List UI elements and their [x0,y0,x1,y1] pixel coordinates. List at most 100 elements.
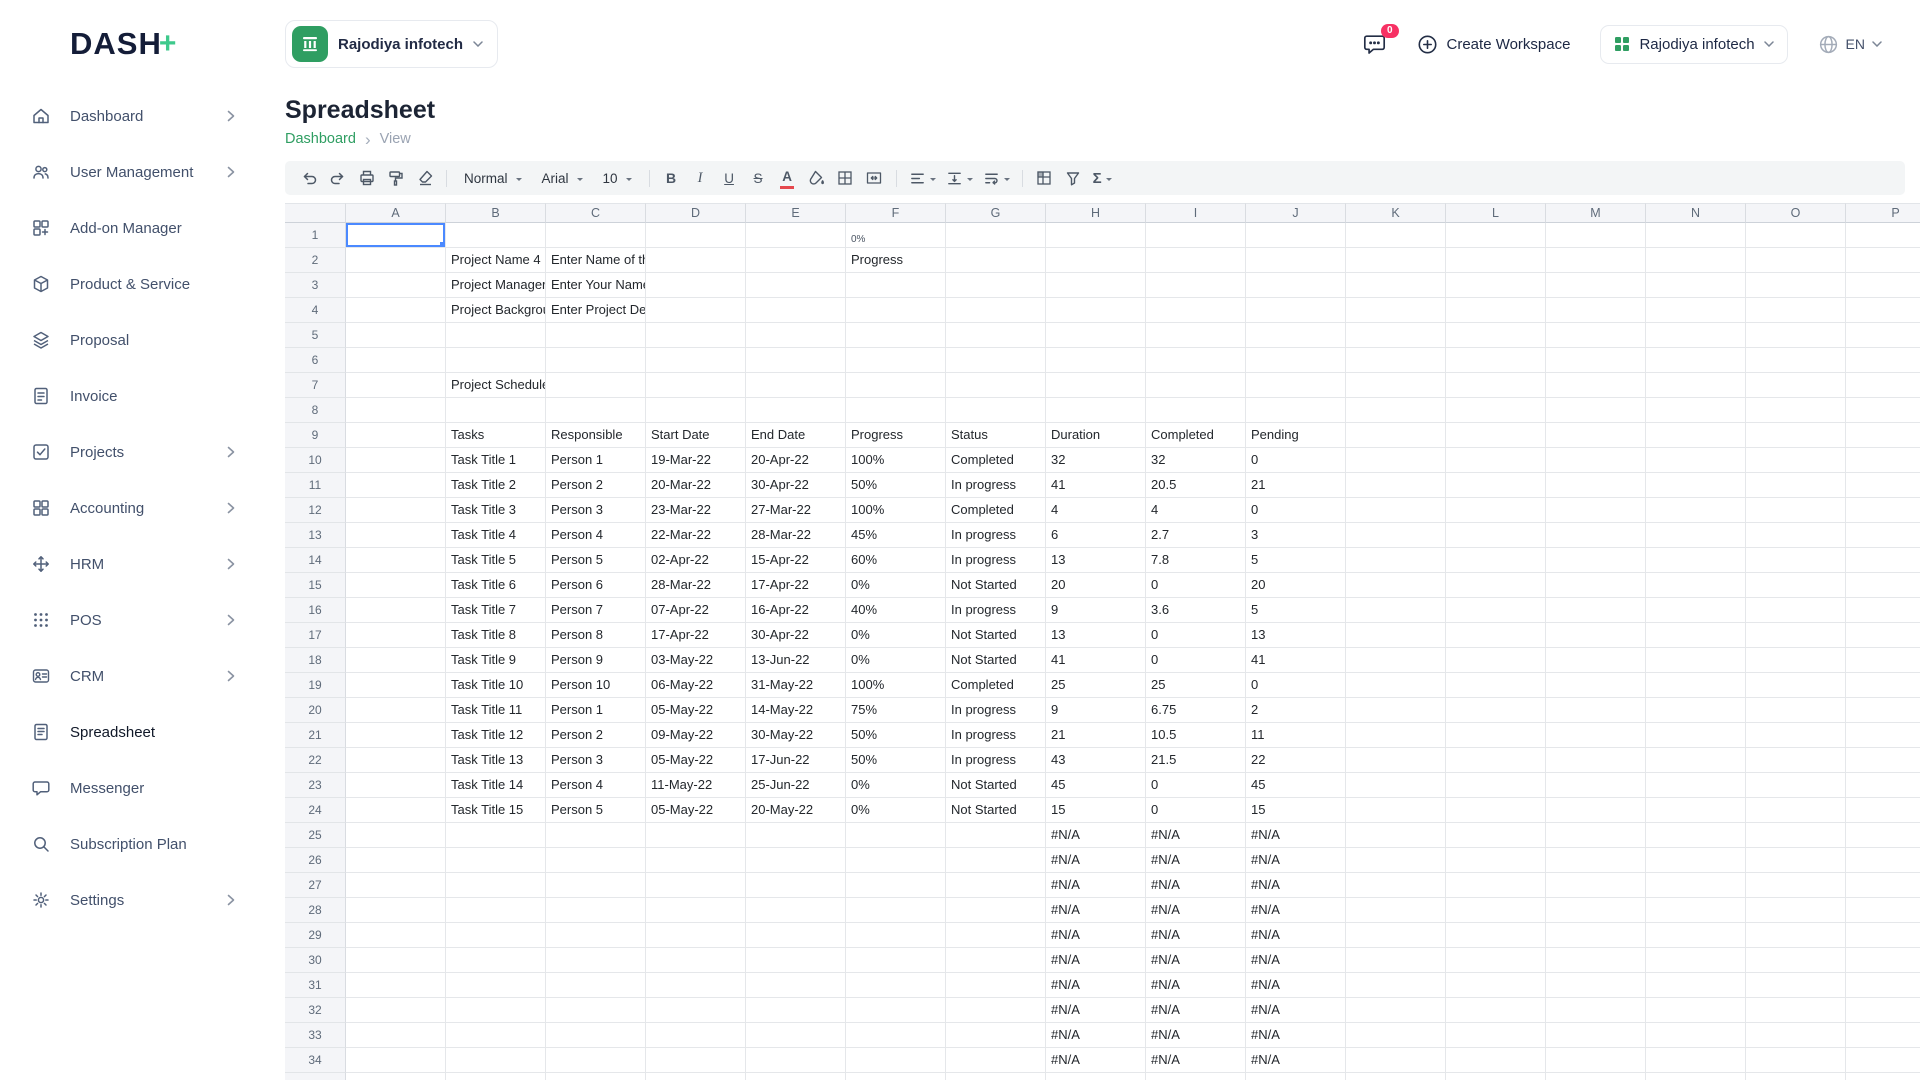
cell-F3[interactable] [846,273,946,298]
cell-H34[interactable]: #N/A [1046,1048,1146,1073]
cell-D19[interactable]: 06-May-22 [646,673,746,698]
cell-C21[interactable]: Person 2 [546,723,646,748]
cell-G32[interactable] [946,998,1046,1023]
cell-P9[interactable] [1846,423,1920,448]
cell-G20[interactable]: In progress [946,698,1046,723]
cell-N19[interactable] [1646,673,1746,698]
cell-J34[interactable]: #N/A [1246,1048,1346,1073]
cell-P5[interactable] [1846,323,1920,348]
cell-D33[interactable] [646,1023,746,1048]
cell-O19[interactable] [1746,673,1846,698]
cell-C12[interactable]: Person 3 [546,498,646,523]
cell-D30[interactable] [646,948,746,973]
cell-B31[interactable] [446,973,546,998]
cell-H1[interactable] [1046,223,1146,248]
cell-B25[interactable] [446,823,546,848]
cell-I23[interactable]: 0 [1146,773,1246,798]
cell-F15[interactable]: 0% [846,573,946,598]
cell-I5[interactable] [1146,323,1246,348]
cell-H15[interactable]: 20 [1046,573,1146,598]
cell-M25[interactable] [1546,823,1646,848]
cell-F12[interactable]: 100% [846,498,946,523]
cell-D15[interactable]: 28-Mar-22 [646,573,746,598]
cell-D22[interactable]: 05-May-22 [646,748,746,773]
cell-M6[interactable] [1546,348,1646,373]
cell-B12[interactable]: Task Title 3 [446,498,546,523]
cell-G2[interactable] [946,248,1046,273]
cell-P10[interactable] [1846,448,1920,473]
cell-L17[interactable] [1446,623,1546,648]
cell-K25[interactable] [1346,823,1446,848]
sidebar-item-accounting[interactable]: Accounting [0,480,263,536]
cell-P33[interactable] [1846,1023,1920,1048]
cell-N18[interactable] [1646,648,1746,673]
cell-C31[interactable] [546,973,646,998]
cell-D20[interactable]: 05-May-22 [646,698,746,723]
cell-G5[interactable] [946,323,1046,348]
cell-I33[interactable]: #N/A [1146,1023,1246,1048]
sidebar-item-dashboard[interactable]: Dashboard [0,88,263,144]
sidebar-item-projects[interactable]: Projects [0,424,263,480]
cell-G16[interactable]: In progress [946,598,1046,623]
cell-M32[interactable] [1546,998,1646,1023]
cell-E22[interactable]: 17-Jun-22 [746,748,846,773]
row-header-18[interactable]: 18 [285,648,346,673]
cell-E17[interactable]: 30-Apr-22 [746,623,846,648]
cell-H19[interactable]: 25 [1046,673,1146,698]
cell-K13[interactable] [1346,523,1446,548]
cell-F23[interactable]: 0% [846,773,946,798]
cell-G35[interactable] [946,1073,1046,1080]
cell-L11[interactable] [1446,473,1546,498]
cell-A17[interactable] [346,623,446,648]
column-header-E[interactable]: E [746,203,846,223]
cell-A33[interactable] [346,1023,446,1048]
cell-M14[interactable] [1546,548,1646,573]
cell-P14[interactable] [1846,548,1920,573]
cell-M35[interactable] [1546,1073,1646,1080]
cell-B30[interactable] [446,948,546,973]
cell-I2[interactable] [1146,248,1246,273]
cell-P26[interactable] [1846,848,1920,873]
cell-A23[interactable] [346,773,446,798]
cell-J6[interactable] [1246,348,1346,373]
cell-K24[interactable] [1346,798,1446,823]
cell-I22[interactable]: 21.5 [1146,748,1246,773]
cell-H10[interactable]: 32 [1046,448,1146,473]
cell-C35[interactable] [546,1073,646,1080]
cell-I25[interactable]: #N/A [1146,823,1246,848]
cell-B20[interactable]: Task Title 11 [446,698,546,723]
cell-H25[interactable]: #N/A [1046,823,1146,848]
row-header-15[interactable]: 15 [285,573,346,598]
cell-A13[interactable] [346,523,446,548]
cell-M16[interactable] [1546,598,1646,623]
cell-J24[interactable]: 15 [1246,798,1346,823]
cell-L29[interactable] [1446,923,1546,948]
cell-B10[interactable]: Task Title 1 [446,448,546,473]
cell-D5[interactable] [646,323,746,348]
cell-A29[interactable] [346,923,446,948]
cell-O20[interactable] [1746,698,1846,723]
cell-C10[interactable]: Person 1 [546,448,646,473]
cell-O32[interactable] [1746,998,1846,1023]
cell-I14[interactable]: 7.8 [1146,548,1246,573]
sidebar-item-add-on-manager[interactable]: Add-on Manager [0,200,263,256]
row-header-5[interactable]: 5 [285,323,346,348]
cell-M20[interactable] [1546,698,1646,723]
cell-L3[interactable] [1446,273,1546,298]
cell-J13[interactable]: 3 [1246,523,1346,548]
cell-J20[interactable]: 2 [1246,698,1346,723]
sidebar-item-settings[interactable]: Settings [0,872,263,928]
cell-G30[interactable] [946,948,1046,973]
cell-O22[interactable] [1746,748,1846,773]
cell-E1[interactable] [746,223,846,248]
cell-H7[interactable] [1046,373,1146,398]
cell-H8[interactable] [1046,398,1146,423]
cell-P29[interactable] [1846,923,1920,948]
cell-C19[interactable]: Person 10 [546,673,646,698]
cell-B26[interactable] [446,848,546,873]
cell-F5[interactable] [846,323,946,348]
cell-I8[interactable] [1146,398,1246,423]
cell-D18[interactable]: 03-May-22 [646,648,746,673]
cell-M33[interactable] [1546,1023,1646,1048]
cell-C6[interactable] [546,348,646,373]
